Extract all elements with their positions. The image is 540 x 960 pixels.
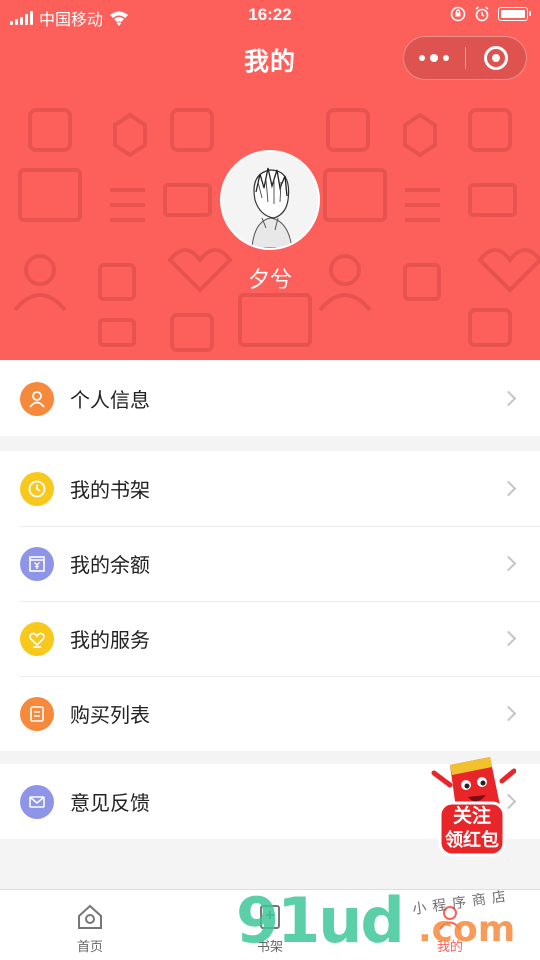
chevron-right-icon bbox=[500, 630, 517, 647]
menu-item-label: 我的书架 bbox=[70, 480, 150, 502]
menu-group-profile: 个人信息 bbox=[0, 361, 540, 436]
menu-item-label: 个人信息 bbox=[70, 390, 150, 412]
mini-program-capsule[interactable] bbox=[403, 36, 527, 80]
mail-icon bbox=[20, 784, 54, 819]
menu-item-label: 我的余额 bbox=[70, 555, 150, 577]
chevron-right-icon bbox=[500, 480, 517, 497]
alarm-icon bbox=[475, 6, 489, 22]
menu-item-balance[interactable]: 我的余额 bbox=[0, 526, 540, 601]
list-icon bbox=[20, 696, 54, 731]
follow-red-packet-promo[interactable]: 关注 领红包 bbox=[428, 755, 517, 859]
chevron-right-icon bbox=[500, 705, 517, 722]
wallet-icon bbox=[20, 546, 54, 581]
menu-group-account: 我的书架 我的余额 我的服务 购买列表 bbox=[0, 451, 540, 751]
menu-item-purchase-list[interactable]: 购买列表 bbox=[0, 676, 540, 751]
close-icon[interactable] bbox=[466, 37, 527, 79]
chevron-right-icon bbox=[500, 555, 517, 572]
home-icon bbox=[78, 904, 102, 929]
menu-item-bookshelf[interactable]: 我的书架 bbox=[0, 451, 540, 526]
menu-item-label: 购买列表 bbox=[70, 705, 150, 727]
promo-line-1: 关注 bbox=[452, 806, 491, 827]
heart-icon bbox=[20, 621, 54, 656]
avatar-image bbox=[222, 152, 318, 248]
person-icon bbox=[20, 381, 54, 416]
clock-icon bbox=[20, 471, 54, 506]
chevron-right-icon bbox=[500, 390, 517, 407]
menu-item-label: 我的服务 bbox=[70, 630, 150, 652]
battery-icon bbox=[498, 7, 531, 21]
promo-line-2: 领红包 bbox=[445, 830, 499, 850]
watermark-brand: 91ud bbox=[236, 884, 405, 957]
tab-home[interactable]: 首页 bbox=[0, 890, 180, 960]
orientation-lock-icon bbox=[450, 6, 466, 22]
menu-item-service[interactable]: 我的服务 bbox=[0, 601, 540, 676]
menu-item-personal-info[interactable]: 个人信息 bbox=[0, 361, 540, 436]
avatar[interactable] bbox=[220, 150, 320, 250]
more-options-icon[interactable] bbox=[404, 37, 465, 79]
status-bar: 中国移动 16:22 bbox=[0, 0, 540, 32]
tab-label: 首页 bbox=[76, 939, 103, 954]
site-watermark: 91ud .com 小程序商店 bbox=[236, 886, 526, 958]
username: 夕兮 bbox=[247, 267, 292, 292]
profile-header: 中国移动 16:22 我的 夕兮 bbox=[0, 0, 540, 360]
